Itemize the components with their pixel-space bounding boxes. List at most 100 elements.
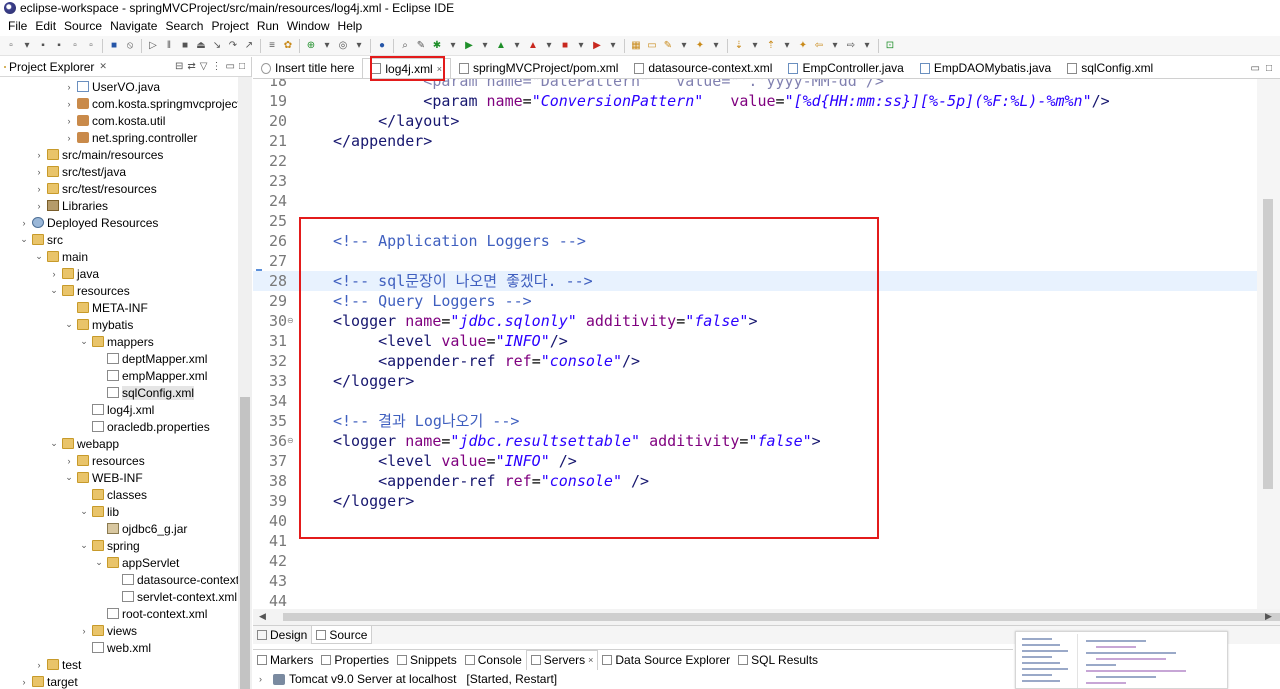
chevron-right-icon[interactable]: › — [34, 201, 44, 211]
step-over-icon[interactable]: ↷ — [226, 39, 240, 53]
skip-breakpoints-icon[interactable]: ⦸ — [123, 39, 137, 53]
dropdown-icon[interactable]: ▾ — [677, 39, 691, 53]
chevron-right-icon[interactable]: › — [34, 167, 44, 177]
save-icon[interactable]: ▪ — [36, 39, 50, 53]
dropdown-icon[interactable]: ▾ — [320, 39, 334, 53]
resume-icon[interactable]: ▷ — [146, 39, 160, 53]
tree-item[interactable]: › views — [79, 622, 138, 639]
tree-item[interactable]: ⌄ appServlet — [94, 554, 179, 571]
tree-item[interactable]: ⌄ spring — [79, 537, 139, 554]
chevron-down-icon[interactable]: ⌄ — [94, 557, 104, 568]
chevron-down-icon[interactable]: ⌄ — [79, 336, 89, 347]
chevron-right-icon[interactable]: › — [34, 660, 44, 670]
tree-item[interactable]: deptMapper.xml — [94, 350, 207, 367]
print-icon[interactable]: ▫ — [68, 39, 82, 53]
minimize-icon[interactable]: ▭ — [226, 61, 235, 72]
minimize-icon[interactable]: ▭ — [1251, 63, 1260, 74]
spring-icon[interactable]: ✿ — [281, 39, 295, 53]
dropdown-icon[interactable]: ▾ — [828, 39, 842, 53]
close-icon[interactable]: × — [437, 64, 442, 74]
pencil-icon[interactable]: ✎ — [661, 39, 675, 53]
expand-arrow-icon[interactable]: › — [259, 674, 269, 684]
tree-item[interactable]: › UserVO.java — [64, 78, 161, 95]
disconnect-icon[interactable]: ⏏ — [194, 39, 208, 53]
code-line[interactable]: 41 — [253, 531, 1266, 551]
tree-item[interactable]: › src/test/java — [34, 163, 127, 180]
open-folder-icon[interactable]: ▭ — [645, 39, 659, 53]
code-line[interactable]: 21 </appender> — [253, 131, 1266, 151]
suspend-icon[interactable]: ‖ — [162, 39, 176, 53]
tree-item[interactable]: ⌄ mybatis — [64, 316, 133, 333]
boot-dashboard-icon[interactable]: ◎ — [336, 39, 350, 53]
step-into-icon[interactable]: ↘ — [210, 39, 224, 53]
dropdown-icon[interactable]: ▾ — [709, 39, 723, 53]
chevron-right-icon[interactable]: › — [64, 133, 74, 143]
tree-item[interactable]: › com.kosta.springmvcproject — [64, 95, 239, 112]
tree-item[interactable]: ⌄ main — [34, 248, 88, 265]
search-icon[interactable]: ⌕ — [398, 39, 412, 53]
code-line[interactable]: 19 <param name="ConversionPattern" value… — [253, 91, 1266, 111]
chevron-right-icon[interactable]: › — [19, 218, 29, 228]
back-icon[interactable]: ⇦ — [812, 39, 826, 53]
mark-occurrences-icon[interactable]: ✎ — [414, 39, 428, 53]
menu-file[interactable]: File — [4, 19, 31, 33]
editor-tab[interactable]: EmpDAOMybatis.java — [912, 58, 1059, 78]
filter-icon[interactable]: ▽ — [200, 61, 208, 72]
tree-item[interactable]: datasource-context. — [109, 571, 238, 588]
chevron-down-icon[interactable]: ⌄ — [79, 506, 89, 517]
close-icon[interactable]: ✕ — [99, 61, 107, 72]
last-edit-location-icon[interactable]: ✦ — [796, 39, 810, 53]
tree-item[interactable]: ojdbc6_g.jar — [94, 520, 187, 537]
tree-item[interactable]: log4j.xml — [79, 401, 154, 418]
tree-item[interactable]: › test — [34, 656, 82, 673]
code-line[interactable]: 34 — [253, 391, 1266, 411]
scrollbar-thumb[interactable] — [283, 613, 1280, 621]
debug-icon[interactable]: ✱ — [430, 39, 444, 53]
code-line[interactable]: 44 — [253, 591, 1266, 609]
menu-help[interactable]: Help — [334, 19, 367, 33]
code-line[interactable]: 20 </layout> — [253, 111, 1266, 131]
tree-item[interactable]: ⌄ WEB-INF — [64, 469, 142, 486]
previous-annotation-icon[interactable]: ⇡ — [764, 39, 778, 53]
menu-project[interactable]: Project — [207, 19, 252, 33]
build-icon[interactable]: ≡ — [265, 39, 279, 53]
tree-item[interactable]: ⌄ resources — [49, 282, 129, 299]
dropdown-icon[interactable]: ▾ — [860, 39, 874, 53]
code-line[interactable]: 29 <!-- Query Loggers --> — [253, 291, 1266, 311]
server-icon[interactable]: ⊕ — [304, 39, 318, 53]
dropdown-icon[interactable]: ▾ — [574, 39, 588, 53]
dropdown-icon[interactable]: ▾ — [352, 39, 366, 53]
profile-icon[interactable]: ▶ — [590, 39, 604, 53]
scrollbar-thumb[interactable] — [240, 397, 250, 689]
menu-navigate[interactable]: Navigate — [106, 19, 161, 33]
dropdown-icon[interactable]: ▾ — [20, 39, 34, 53]
tree-item[interactable]: ⌄ lib — [79, 503, 119, 520]
terminate-icon[interactable]: ■ — [178, 39, 192, 53]
tree-item[interactable]: classes — [79, 486, 147, 503]
globe-icon[interactable]: ● — [375, 39, 389, 53]
menu-source[interactable]: Source — [60, 19, 106, 33]
tree-item[interactable]: ⌄ webapp — [49, 435, 119, 452]
tree-item[interactable]: web.xml — [79, 639, 151, 656]
tree-item[interactable]: › com.kosta.util — [64, 112, 166, 129]
editor-tab[interactable]: Insert title here — [253, 58, 362, 78]
code-line[interactable]: 28 <!-- sql문장이 나오면 좋겠다. --> — [253, 271, 1266, 291]
tree-item[interactable]: › src/main/resources — [34, 146, 164, 163]
chevron-right-icon[interactable]: › — [34, 150, 44, 160]
tree-item[interactable]: ⌄ src — [19, 231, 63, 248]
code-line[interactable]: 32 <appender-ref ref="console"/> — [253, 351, 1266, 371]
editor-vertical-scrollbar[interactable] — [1257, 79, 1280, 609]
chevron-down-icon[interactable]: ⌄ — [34, 251, 44, 262]
coverage-icon[interactable]: ▲ — [494, 39, 508, 53]
maximize-icon[interactable]: □ — [239, 61, 245, 72]
fold-toggle-icon[interactable]: ⊖ — [287, 431, 294, 451]
chevron-down-icon[interactable]: ⌄ — [19, 234, 29, 245]
chevron-right-icon[interactable]: › — [34, 184, 44, 194]
forward-icon[interactable]: ⇨ — [844, 39, 858, 53]
project-explorer-tab[interactable]: Project Explorer ✕ — [0, 57, 111, 77]
code-line[interactable]: 23 — [253, 171, 1266, 191]
code-line[interactable]: 22 — [253, 151, 1266, 171]
save-all-icon[interactable]: ▪ — [52, 39, 66, 53]
dropdown-icon[interactable]: ▾ — [510, 39, 524, 53]
code-line[interactable]: 33 </logger> — [253, 371, 1266, 391]
